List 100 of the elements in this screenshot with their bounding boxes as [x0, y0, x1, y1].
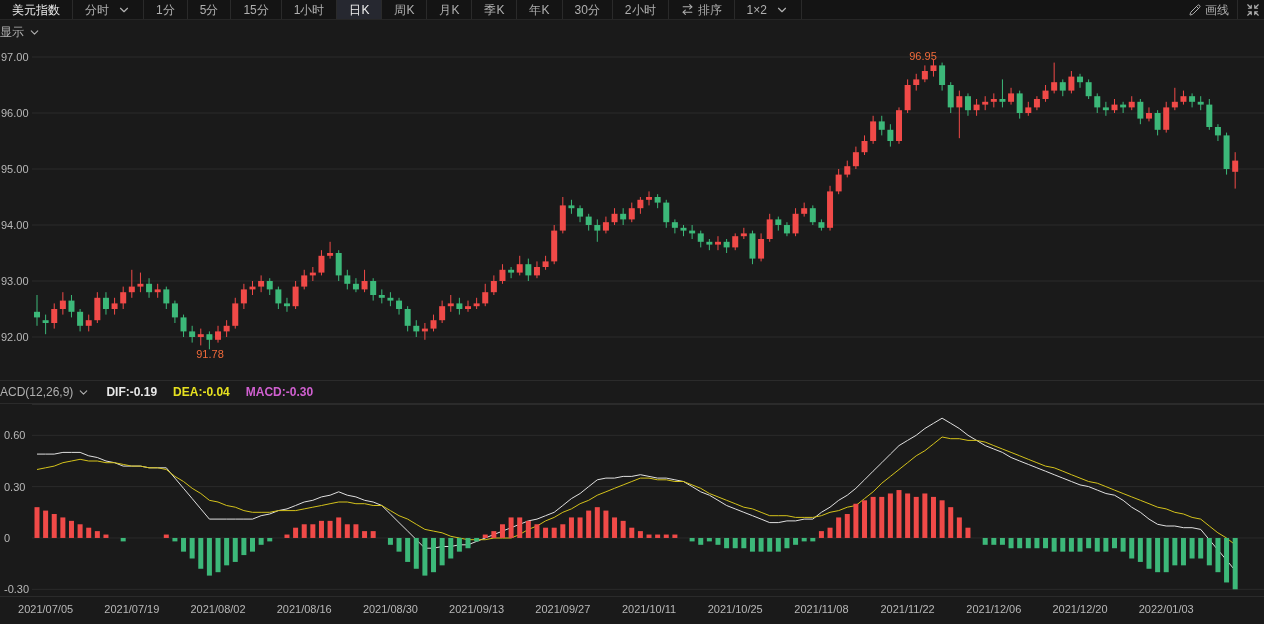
candlestick — [870, 115, 877, 145]
candlestick — [171, 300, 178, 324]
period-tab[interactable]: 月K — [427, 0, 473, 19]
candlestick — [1163, 101, 1170, 134]
candlestick — [1137, 98, 1144, 125]
date-label: 2021/11/22 — [880, 603, 935, 615]
date-label: 2021/08/30 — [362, 603, 418, 615]
period-tab[interactable]: 分时 — [73, 0, 144, 19]
bar — [51, 514, 57, 538]
axis-label: 95.00 — [1, 163, 29, 175]
bar — [965, 527, 971, 538]
date-label: 2021/08/16 — [276, 603, 332, 615]
bar — [1137, 537, 1143, 562]
bar — [741, 537, 747, 549]
candlestick — [1206, 98, 1213, 131]
bar — [431, 537, 437, 573]
bar — [1198, 537, 1204, 559]
period-tab[interactable]: 季K — [472, 0, 518, 19]
candlestick — [646, 190, 653, 206]
display-dropdown[interactable]: 显示 — [0, 23, 41, 41]
bar — [930, 496, 936, 538]
bar — [60, 517, 66, 538]
candlestick — [1145, 106, 1152, 122]
candlestick — [1214, 123, 1221, 142]
bar — [1215, 537, 1221, 573]
bar — [34, 507, 40, 538]
date-label: 2022/01/03 — [1138, 603, 1194, 615]
layout-dropdown[interactable]: 1×2 — [734, 0, 802, 19]
bar — [232, 537, 238, 562]
candlestick — [956, 90, 963, 139]
indicator-dropdown[interactable]: ACD(12,26,9) — [0, 383, 91, 401]
period-tab[interactable]: 周K — [382, 0, 428, 19]
bar — [1146, 537, 1152, 569]
period-tab[interactable]: 年K — [517, 0, 563, 19]
date-label: 2021/12/20 — [1052, 603, 1108, 615]
candlestick — [861, 134, 868, 156]
candlestick — [439, 300, 446, 324]
candlestick — [1068, 70, 1075, 94]
candlestick — [1085, 78, 1092, 100]
axis-label: 93.00 — [1, 275, 29, 287]
bar — [1043, 537, 1049, 549]
bar — [724, 537, 730, 549]
bar — [1068, 537, 1074, 552]
candlestick — [215, 325, 222, 344]
bar — [767, 537, 773, 552]
bar — [956, 517, 962, 538]
bar — [922, 493, 928, 538]
draw-button[interactable]: 画线 — [1185, 0, 1233, 19]
candlestick — [232, 297, 239, 330]
bar — [77, 524, 83, 538]
dea-value: DEA:-0.04 — [173, 384, 230, 401]
bar — [715, 537, 721, 545]
candlestick — [525, 258, 532, 282]
axis-label: 92.00 — [1, 331, 29, 343]
candlestick — [292, 280, 299, 310]
candlestick — [1008, 87, 1015, 106]
bar — [1224, 537, 1230, 583]
date-label: 2021/07/19 — [104, 603, 160, 615]
candlestick — [516, 255, 523, 276]
candlestick — [628, 202, 635, 223]
bar — [1155, 537, 1161, 573]
candlestick — [404, 305, 411, 332]
candlestick — [137, 272, 144, 293]
period-tab[interactable]: 1分 — [144, 0, 188, 19]
symbol-title: 美元指数 — [0, 0, 73, 19]
bar — [43, 510, 49, 538]
candlestick — [939, 62, 946, 92]
candlestick — [42, 314, 49, 335]
sort-button[interactable]: 排序 — [668, 0, 735, 19]
period-tab[interactable]: 5分 — [187, 0, 232, 19]
bar — [370, 531, 376, 538]
candlestick — [1016, 90, 1023, 120]
bar — [534, 524, 540, 538]
bar — [181, 537, 187, 552]
period-tab[interactable]: 日K — [337, 0, 383, 19]
bar — [86, 527, 92, 538]
bar — [1060, 537, 1066, 552]
bar — [784, 537, 790, 549]
bar — [913, 496, 919, 538]
period-tab[interactable]: 30分 — [562, 0, 613, 19]
bar — [448, 537, 454, 559]
candlestick — [318, 249, 325, 276]
candlestick — [852, 146, 859, 170]
bar — [327, 520, 333, 538]
bar — [508, 517, 514, 538]
period-tab[interactable]: 15分 — [231, 0, 282, 19]
bar — [1232, 537, 1238, 590]
bar — [698, 537, 704, 545]
bar — [68, 520, 74, 538]
bar — [887, 493, 893, 538]
candlestick — [835, 168, 842, 195]
bar — [206, 537, 212, 576]
candlestick — [671, 218, 678, 234]
candlestick — [577, 204, 584, 223]
bar — [862, 500, 868, 538]
bar — [1172, 537, 1178, 566]
period-tab[interactable]: 2小时 — [612, 0, 669, 19]
bar — [241, 537, 247, 556]
bar — [1206, 537, 1212, 566]
candlestick — [1232, 151, 1239, 190]
